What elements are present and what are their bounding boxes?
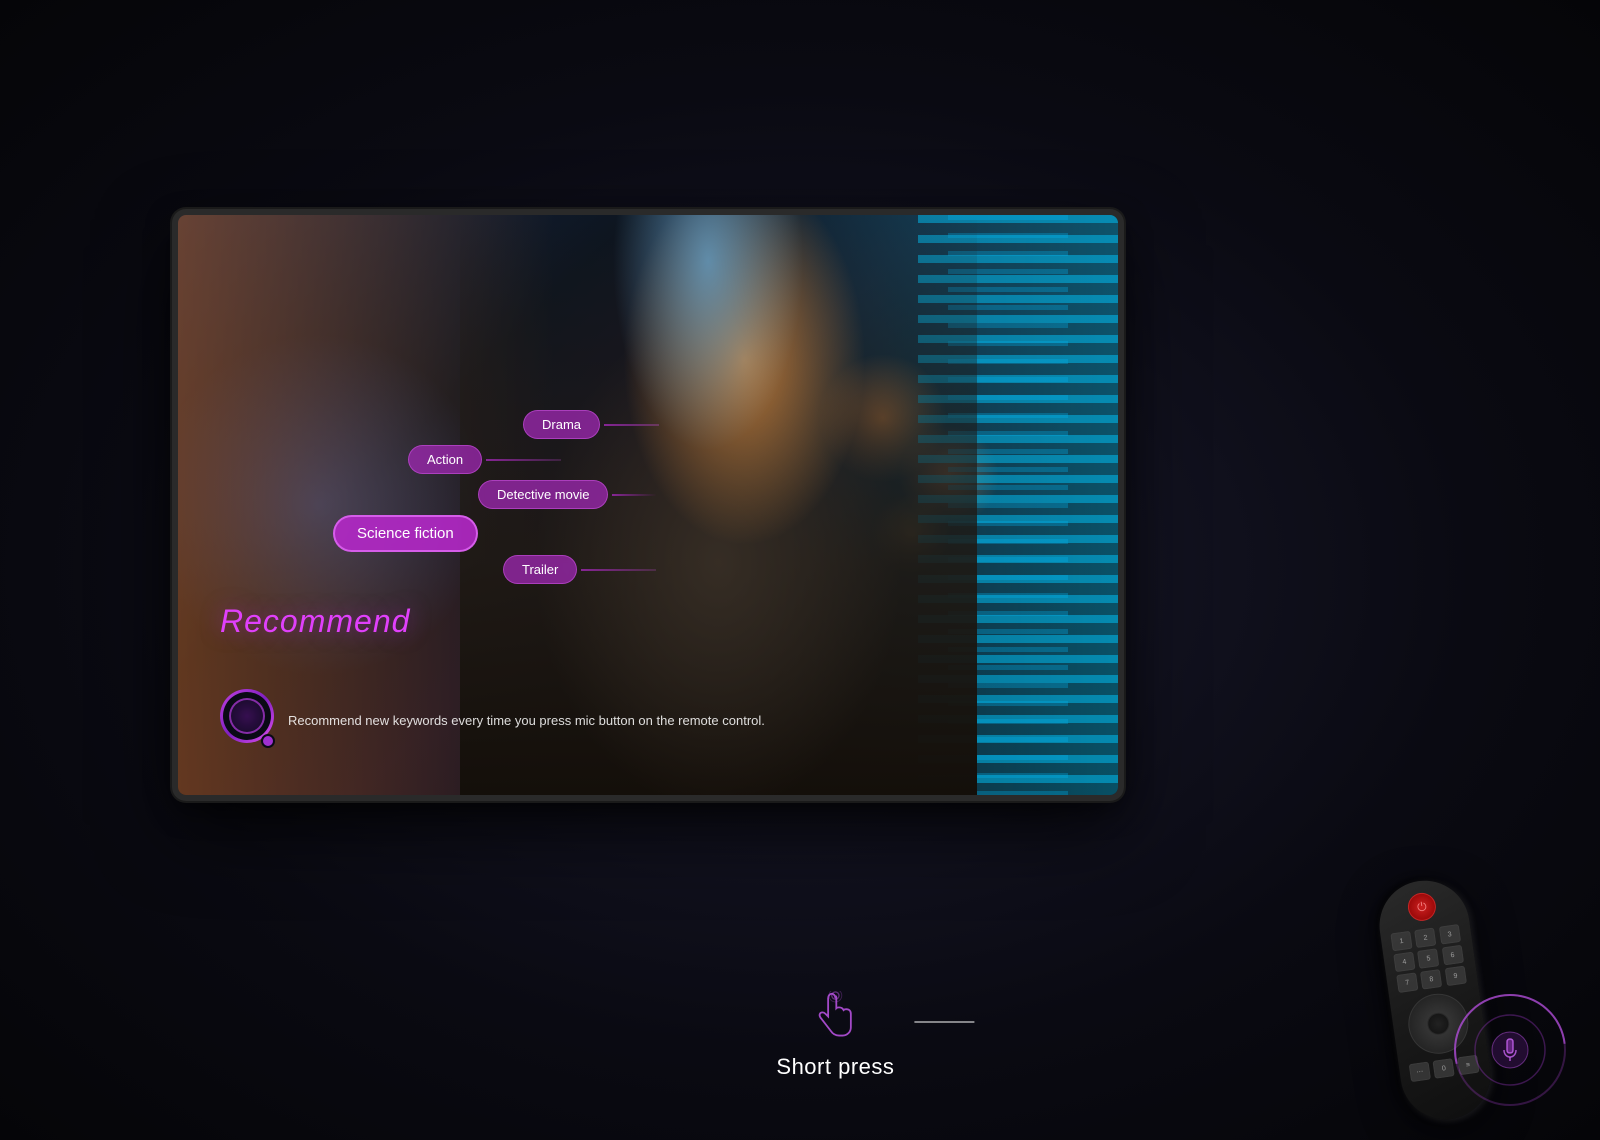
- remote-btn-4[interactable]: 4: [1393, 952, 1415, 973]
- remote-btn-3[interactable]: 3: [1439, 924, 1461, 945]
- below-tv-area: Short press 1 2 3 4 5 6 7 8 9 ⋯ 0 ≡: [0, 830, 1600, 1140]
- short-press-section: Short press: [776, 986, 894, 1080]
- remote-btn-5[interactable]: 5: [1417, 948, 1439, 969]
- short-press-label: Short press: [776, 1054, 894, 1080]
- remote-btn-8[interactable]: 8: [1420, 969, 1442, 990]
- person-figure: [460, 215, 977, 795]
- tv-screen: Drama Action Detective movie Science fic…: [178, 215, 1118, 795]
- remote-power-button[interactable]: [1406, 891, 1438, 923]
- remote-nav-center[interactable]: [1426, 1011, 1451, 1036]
- recommend-label: Recommend: [220, 603, 410, 640]
- remote-btn-9[interactable]: 9: [1444, 966, 1466, 987]
- remote-number-grid: 1 2 3 4 5 6 7 8 9: [1390, 924, 1468, 993]
- circular-indicator: [1450, 990, 1570, 1110]
- voice-circle-inner: [229, 698, 265, 734]
- tv-frame: Drama Action Detective movie Science fic…: [178, 215, 1118, 795]
- voice-assistant-button[interactable]: [220, 689, 274, 743]
- info-text: Recommend new keywords every time you pr…: [288, 712, 1078, 730]
- remote-btn-7[interactable]: 7: [1396, 972, 1418, 993]
- remote-btn-1[interactable]: 1: [1390, 931, 1412, 952]
- hand-press-icon: [805, 986, 865, 1046]
- remote-btn-star[interactable]: ⋯: [1409, 1062, 1431, 1083]
- remote-btn-2[interactable]: 2: [1414, 927, 1436, 948]
- short-press-line: [914, 1021, 974, 1023]
- remote-btn-6[interactable]: 6: [1441, 945, 1463, 966]
